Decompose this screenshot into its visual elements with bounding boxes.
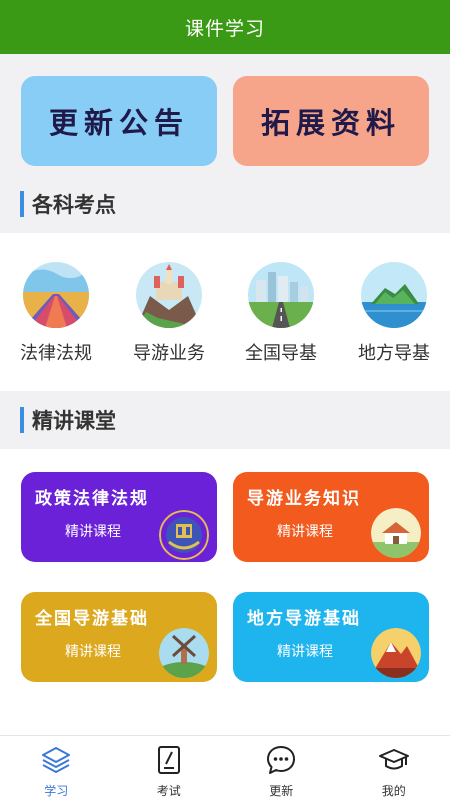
tab-mine[interactable]: 我的 [338,736,450,800]
category-national-guide-basics[interactable]: 全国导基 [236,262,326,365]
course-title: 全国导游基础 [35,609,149,629]
tab-label: 考试 [156,784,181,798]
emblem-icon [159,510,209,560]
tab-updates[interactable]: 更新 [225,736,338,800]
page-title: 课件学习 [184,17,265,40]
section-header-topics: 各科考点 [0,175,450,233]
update-notice-button[interactable]: 更新公告 [21,76,217,166]
graduation-cap-icon [378,749,409,770]
update-notice-label: 更新公告 [48,106,189,140]
tab-study[interactable]: 学习 [0,736,113,800]
windmill-icon [159,628,209,678]
tab-label: 更新 [269,784,294,798]
course-subtitle: 精讲课程 [65,644,121,660]
course-title: 导游业务知识 [247,489,361,509]
category-label: 地方导基 [358,343,430,364]
banner-area: 更新公告 拓展资料 [0,54,450,175]
island-icon [361,262,427,328]
category-local-guide-basics[interactable]: 地方导基 [349,262,439,365]
course-card-guide-business[interactable]: 导游业务知识 精讲课程 [233,472,429,562]
course-subtitle: 精讲课程 [65,524,121,540]
chat-icon [267,746,296,774]
category-label: 导游业务 [133,343,205,364]
course-title: 政策法律法规 [35,489,149,509]
category-label: 法律法规 [20,343,92,364]
section-title: 精讲课堂 [32,409,116,433]
category-guide-business[interactable]: 导游业务 [124,262,214,365]
course-card-local-guide-basics[interactable]: 地方导游基础 精讲课程 [233,592,429,682]
mountain-icon [371,628,421,678]
house-icon [371,508,421,558]
extended-materials-button[interactable]: 拓展资料 [233,76,429,166]
road-sunset-icon [23,262,89,328]
city-road-icon [248,262,314,328]
layers-icon [42,747,71,773]
tab-exam[interactable]: 考试 [113,736,226,800]
course-subtitle: 精讲课程 [277,524,333,540]
extended-materials-label: 拓展资料 [260,106,401,140]
tab-label: 学习 [44,784,69,798]
bottom-tab-bar: 学习 考试 更新 我的 [0,735,450,800]
category-label: 全国导基 [245,343,317,364]
course-subtitle: 精讲课程 [277,644,333,660]
header-bar: 课件学习 [0,0,450,54]
section-accent-bar [20,407,24,433]
castle-mountain-icon [136,262,202,328]
course-card-national-guide-basics[interactable]: 全国导游基础 精讲课程 [21,592,217,682]
category-law[interactable]: 法律法规 [11,262,101,365]
section-accent-bar [20,191,24,217]
course-title: 地方导游基础 [247,609,361,629]
exam-icon [157,746,180,774]
tab-label: 我的 [381,784,406,798]
section-title: 各科考点 [32,193,116,217]
course-card-policy-law[interactable]: 政策法律法规 精讲课程 [21,472,217,562]
section-header-lectures: 精讲课堂 [0,391,450,449]
